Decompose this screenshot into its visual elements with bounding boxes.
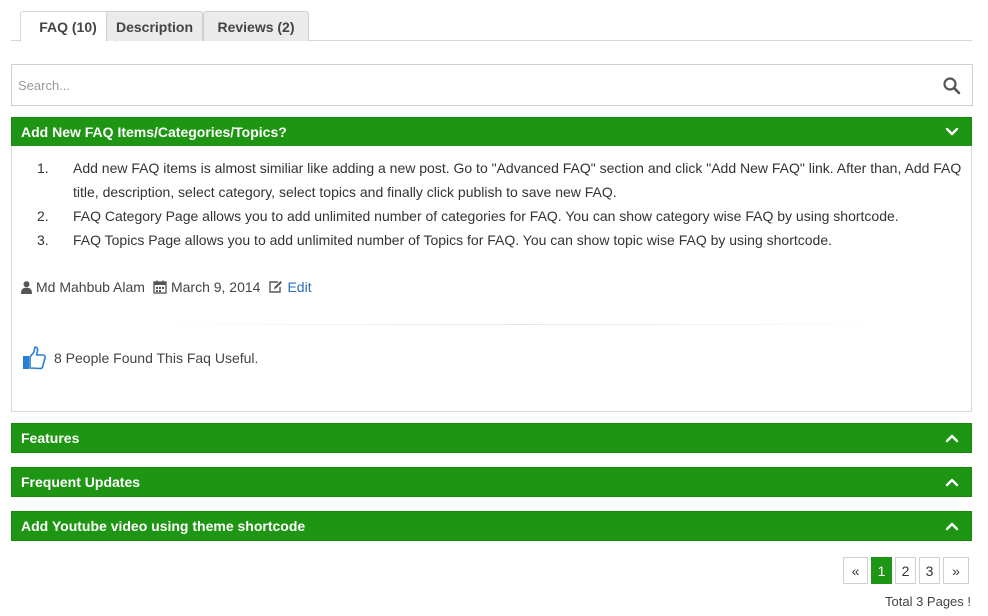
faq-section-body: 1. Add new FAQ items is almost similiar … xyxy=(11,146,972,412)
edit-icon[interactable] xyxy=(268,280,283,294)
thumbs-up-icon[interactable] xyxy=(22,346,46,370)
tab-faq[interactable]: FAQ (10) xyxy=(20,11,116,42)
search-icon[interactable] xyxy=(942,76,962,96)
user-icon xyxy=(21,280,32,294)
edit-link[interactable]: Edit xyxy=(287,279,311,295)
chevron-up-icon xyxy=(945,434,959,443)
pagination-page-1[interactable]: 1 xyxy=(871,557,892,584)
tab-description[interactable]: Description xyxy=(106,11,203,41)
faq-section-header[interactable]: Features xyxy=(11,423,972,453)
tab-reviews[interactable]: Reviews (2) xyxy=(203,11,309,41)
faq-section-header[interactable]: Frequent Updates xyxy=(11,467,972,497)
faq-section-title: Features xyxy=(21,430,80,446)
list-item: 3. FAQ Topics Page allows you to add unl… xyxy=(37,232,833,248)
list-item: 2. FAQ Category Page allows you to add u… xyxy=(37,208,899,224)
pagination-next[interactable]: » xyxy=(943,557,969,584)
faq-section-title: Add New FAQ Items/Categories/Topics? xyxy=(21,124,287,140)
faq-section-header[interactable]: Add New FAQ Items/Categories/Topics? xyxy=(11,117,972,147)
faq-section-title: Add Youtube video using theme shortcode xyxy=(21,518,306,534)
useful-text: 8 People Found This Faq Useful. xyxy=(54,350,259,366)
pagination-prev[interactable]: « xyxy=(843,557,868,584)
calendar-icon xyxy=(153,280,167,294)
list-item: 1. Add new FAQ items is almost similiar … xyxy=(37,160,962,200)
pagination-total: Total 3 Pages ! xyxy=(885,594,971,609)
post-date: March 9, 2014 xyxy=(170,279,261,295)
search-input[interactable] xyxy=(18,65,918,105)
search-box xyxy=(11,64,973,106)
chevron-down-icon xyxy=(945,127,959,136)
author-name: Md Mahbub Alam xyxy=(36,279,145,295)
faq-section-title: Frequent Updates xyxy=(21,474,141,490)
divider xyxy=(142,324,902,325)
pagination-page-3[interactable]: 3 xyxy=(919,557,940,584)
pagination-page-2[interactable]: 2 xyxy=(895,557,916,584)
chevron-up-icon xyxy=(945,522,959,531)
faq-meta: Md Mahbub Alam March 9, 2014 Edit xyxy=(21,279,312,295)
chevron-up-icon xyxy=(945,478,959,487)
faq-answer-list: 1. Add new FAQ items is almost similiar … xyxy=(37,156,967,252)
tab-bar: FAQ (10) Description Reviews (2) xyxy=(11,11,972,42)
faq-section-header[interactable]: Add Youtube video using theme shortcode xyxy=(11,511,972,541)
useful-counter: 8 People Found This Faq Useful. xyxy=(22,346,258,370)
